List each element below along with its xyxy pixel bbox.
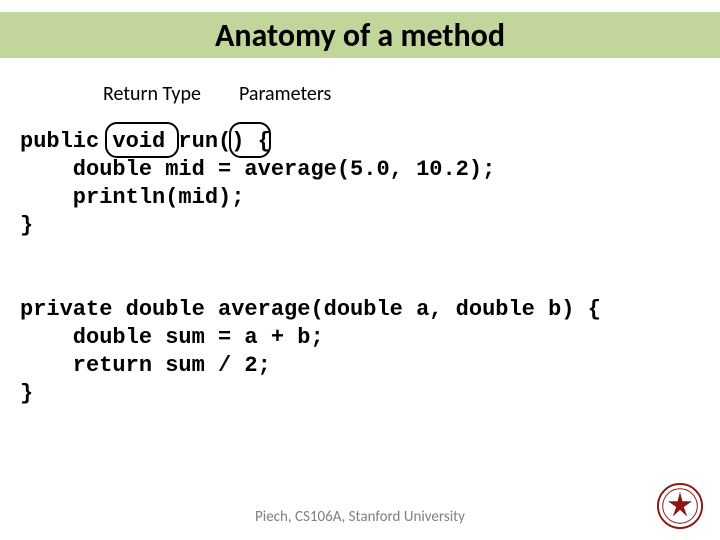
label-parameters: Parameters [239, 82, 331, 106]
stanford-seal-icon [656, 482, 704, 530]
page-title: Anatomy of a method [215, 16, 505, 55]
code-block: public void run() { double mid = average… [20, 128, 601, 408]
label-return-type: Return Type [103, 82, 201, 106]
slide: Anatomy of a method Return Type Paramete… [0, 0, 720, 540]
title-bar: Anatomy of a method [0, 12, 720, 58]
footer-text: Piech, CS106A, Stanford University [0, 508, 720, 526]
